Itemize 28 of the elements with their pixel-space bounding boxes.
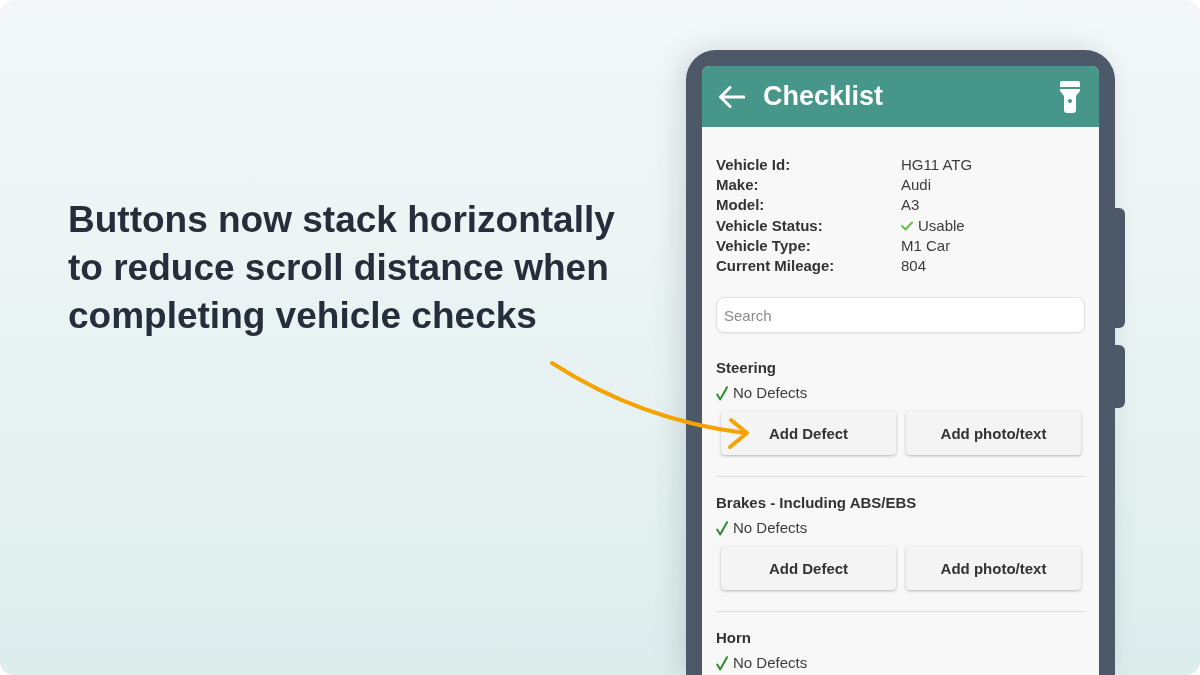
status-text: No Defects	[733, 518, 808, 539]
info-label: Current Mileage:	[716, 256, 836, 276]
info-label: Vehicle Type:	[716, 235, 812, 256]
back-icon[interactable]	[718, 85, 745, 108]
status-text: No Defects	[733, 383, 808, 404]
headline: Buttons now stack horizontally to reduce scroll distance when completing vehicle checks	[68, 198, 616, 338]
info-value: Usable	[918, 215, 965, 236]
info-value: 804	[901, 256, 928, 276]
info-value: M1 Car	[901, 235, 952, 256]
info-label: Make:	[716, 175, 760, 196]
section-title: Brakes - Including ABS/EBS	[716, 493, 918, 514]
screen-title: Checklist	[763, 81, 885, 112]
status-text: No Defects	[733, 653, 808, 674]
action-button[interactable]: Add Defect	[721, 411, 896, 456]
info-label: Vehicle Status:	[716, 215, 824, 236]
info-value: A3	[901, 195, 921, 216]
info-value: HG11 ATG	[901, 155, 974, 175]
search-field[interactable]: Search	[716, 297, 1085, 334]
flashlight-icon[interactable]	[1060, 80, 1080, 113]
check-icon	[901, 220, 913, 231]
info-label: Model:	[716, 195, 766, 216]
section-title: Steering	[716, 358, 777, 379]
action-button[interactable]: Add Defect	[721, 546, 896, 591]
action-button[interactable]: Add photo/text	[906, 411, 1081, 456]
info-label: Vehicle Id:	[716, 155, 792, 175]
section-title: Horn	[716, 628, 752, 649]
action-button[interactable]: Add photo/text	[906, 546, 1081, 591]
info-value: Audi	[901, 175, 933, 196]
